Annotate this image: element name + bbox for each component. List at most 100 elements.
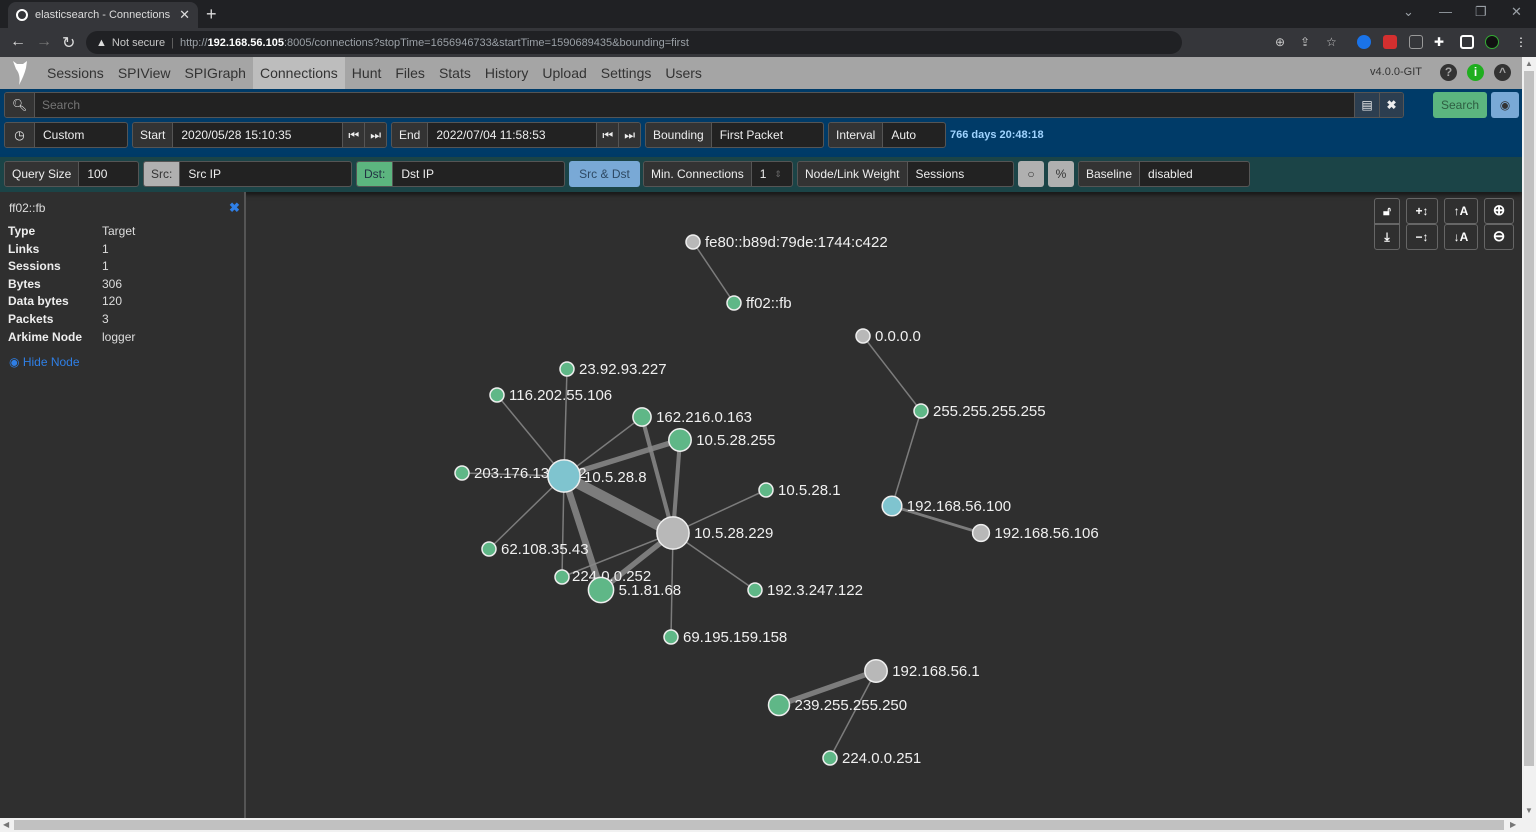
minimize-icon[interactable]: — xyxy=(1439,4,1452,19)
node-circle[interactable] xyxy=(663,629,679,645)
nav-spiview[interactable]: SPIView xyxy=(111,57,178,89)
scrollbar-thumb[interactable] xyxy=(14,820,1504,830)
nav-connections[interactable]: Connections xyxy=(252,57,345,89)
tab-search-icon[interactable]: ⌄ xyxy=(1403,4,1414,20)
interval-select[interactable]: Interval Auto xyxy=(828,122,946,148)
graph-node[interactable]: 192.3.247.122 xyxy=(747,582,863,599)
nav-settings[interactable]: Settings xyxy=(594,57,659,89)
graph-node[interactable]: 192.168.56.100 xyxy=(881,495,1011,517)
increase-font-button[interactable]: ↑A xyxy=(1444,198,1478,224)
graph-node[interactable]: fe80::b89d:79de:1744:c422 xyxy=(685,234,888,251)
hide-node-link[interactable]: ◉ Hide Node xyxy=(9,355,80,369)
info-icon[interactable]: i xyxy=(1467,64,1484,81)
graph-node[interactable]: 116.202.55.106 xyxy=(489,387,612,404)
node-circle[interactable] xyxy=(726,295,742,311)
node-circle[interactable] xyxy=(881,495,903,517)
graph-node[interactable]: 239.255.255.250 xyxy=(767,693,908,717)
bookmark-star-icon[interactable]: ☆ xyxy=(1326,35,1337,49)
node-circle[interactable] xyxy=(685,234,701,250)
scroll-down-icon[interactable]: ▼ xyxy=(1525,806,1533,815)
graph-node[interactable]: 255.255.255.255 xyxy=(913,403,1046,420)
help-icon[interactable]: ? xyxy=(1440,64,1457,81)
start-next-icon[interactable]: ⏭ xyxy=(365,123,386,147)
url-bar[interactable]: ▲ Not secure | http:// 192.168.56.105 :8… xyxy=(86,31,1182,54)
node-circle[interactable] xyxy=(855,328,871,344)
close-panel-icon[interactable]: ✖ xyxy=(229,200,240,216)
export-png-icon[interactable]: ⤓ xyxy=(1374,224,1400,250)
profile-avatar[interactable] xyxy=(1485,35,1499,49)
link-toggle-icon[interactable]: % xyxy=(1048,161,1074,187)
node-circle[interactable] xyxy=(656,516,690,550)
extension-icon[interactable] xyxy=(1409,35,1423,49)
scrollbar-thumb[interactable] xyxy=(1524,71,1534,766)
search-button[interactable]: Search xyxy=(1433,92,1487,118)
nav-users[interactable]: Users xyxy=(658,57,709,89)
share-icon[interactable]: ⇪ xyxy=(1300,35,1310,49)
graph-node[interactable]: 5.1.81.68 xyxy=(587,576,681,604)
close-window-icon[interactable]: ✕ xyxy=(1511,4,1522,20)
time-range-select[interactable]: ◷ Custom xyxy=(4,122,128,148)
spinner-icon[interactable]: ⇕ xyxy=(774,169,782,180)
baseline-select[interactable]: Baseline disabled xyxy=(1078,161,1250,187)
restore-icon[interactable]: ❐ xyxy=(1475,4,1487,20)
zoom-in-icon[interactable]: ⊕ xyxy=(1484,198,1514,224)
reload-icon[interactable]: ↻ xyxy=(62,33,75,53)
node-circle[interactable] xyxy=(454,465,470,481)
graph-node[interactable]: 0.0.0.0 xyxy=(855,328,921,345)
nav-spigraph[interactable]: SPIGraph xyxy=(177,57,252,89)
decrease-font-button[interactable]: ↓A xyxy=(1444,224,1478,250)
node-circle[interactable] xyxy=(822,750,838,766)
node-circle[interactable] xyxy=(971,523,991,543)
graph-node[interactable]: 69.195.159.158 xyxy=(663,629,787,646)
clear-search-icon[interactable]: ✖ xyxy=(1379,93,1403,117)
graph-canvas[interactable]: fe80::b89d:79de:1744:c422ff02::fb0.0.0.0… xyxy=(248,192,1522,818)
start-time-input[interactable]: 2020/05/28 15:10:35 xyxy=(173,128,342,142)
node-circle[interactable] xyxy=(489,387,505,403)
forward-icon[interactable]: → xyxy=(36,33,52,51)
graph-node[interactable]: 192.168.56.1 xyxy=(864,659,980,683)
node-circle[interactable] xyxy=(587,576,615,604)
save-expression-icon[interactable]: ▤ xyxy=(1354,93,1379,117)
src-field-input[interactable]: Src IP xyxy=(180,167,229,181)
extension-badge-icon[interactable] xyxy=(1383,35,1397,49)
node-circle[interactable] xyxy=(913,403,929,419)
nav-upload[interactable]: Upload xyxy=(535,57,593,89)
vertical-scrollbar[interactable]: ▲ ▼ xyxy=(1522,57,1536,818)
decrease-node-distance-button[interactable]: −↕ xyxy=(1406,224,1438,250)
search-input[interactable] xyxy=(35,93,1354,117)
extension-icon[interactable] xyxy=(1357,35,1371,49)
node-circle[interactable] xyxy=(864,659,888,683)
graph-node[interactable]: 10.5.28.229 xyxy=(656,516,773,550)
graph-node[interactable]: 10.5.28.255 xyxy=(668,428,776,452)
nav-history[interactable]: History xyxy=(478,57,536,89)
src-dst-button[interactable]: Src & Dst xyxy=(569,161,640,187)
start-prev-icon[interactable]: ⏮ xyxy=(342,123,366,147)
node-circle[interactable] xyxy=(668,428,692,452)
query-size-select[interactable]: Query Size 100 xyxy=(4,161,139,187)
extensions-puzzle-icon[interactable]: ✚ xyxy=(1434,35,1444,49)
node-circle-toggle-icon[interactable]: ○ xyxy=(1018,161,1044,187)
node-circle[interactable] xyxy=(767,693,791,717)
graph-link[interactable] xyxy=(891,410,922,507)
node-circle[interactable] xyxy=(632,407,652,427)
graph-node[interactable]: 23.92.93.227 xyxy=(559,361,667,378)
new-tab-icon[interactable]: + xyxy=(206,4,217,25)
bounding-select[interactable]: Bounding First Packet xyxy=(645,122,824,148)
graph-node[interactable]: ff02::fb xyxy=(726,295,792,312)
end-time-input[interactable]: 2022/07/04 11:58:53 xyxy=(428,128,596,142)
view-eye-icon[interactable]: ◉ xyxy=(1491,92,1519,118)
nav-files[interactable]: Files xyxy=(388,57,432,89)
back-icon[interactable]: ← xyxy=(10,33,26,51)
scroll-up-icon[interactable]: ▲ xyxy=(1525,59,1533,68)
collapse-icon[interactable]: ^ xyxy=(1494,64,1511,81)
weight-select[interactable]: Node/Link Weight Sessions xyxy=(797,161,1014,187)
min-connections-input[interactable]: 1 xyxy=(752,167,775,181)
dst-field-input[interactable]: Dst IP xyxy=(393,167,442,181)
end-next-icon[interactable]: ⏭ xyxy=(619,123,640,147)
node-circle[interactable] xyxy=(481,541,497,557)
graph-node[interactable]: 62.108.35.43 xyxy=(481,541,589,558)
scroll-left-icon[interactable]: ◀ xyxy=(3,820,9,829)
tab-close-icon[interactable]: ✕ xyxy=(179,7,190,23)
nav-sessions[interactable]: Sessions xyxy=(40,57,111,89)
node-circle[interactable] xyxy=(547,459,581,493)
